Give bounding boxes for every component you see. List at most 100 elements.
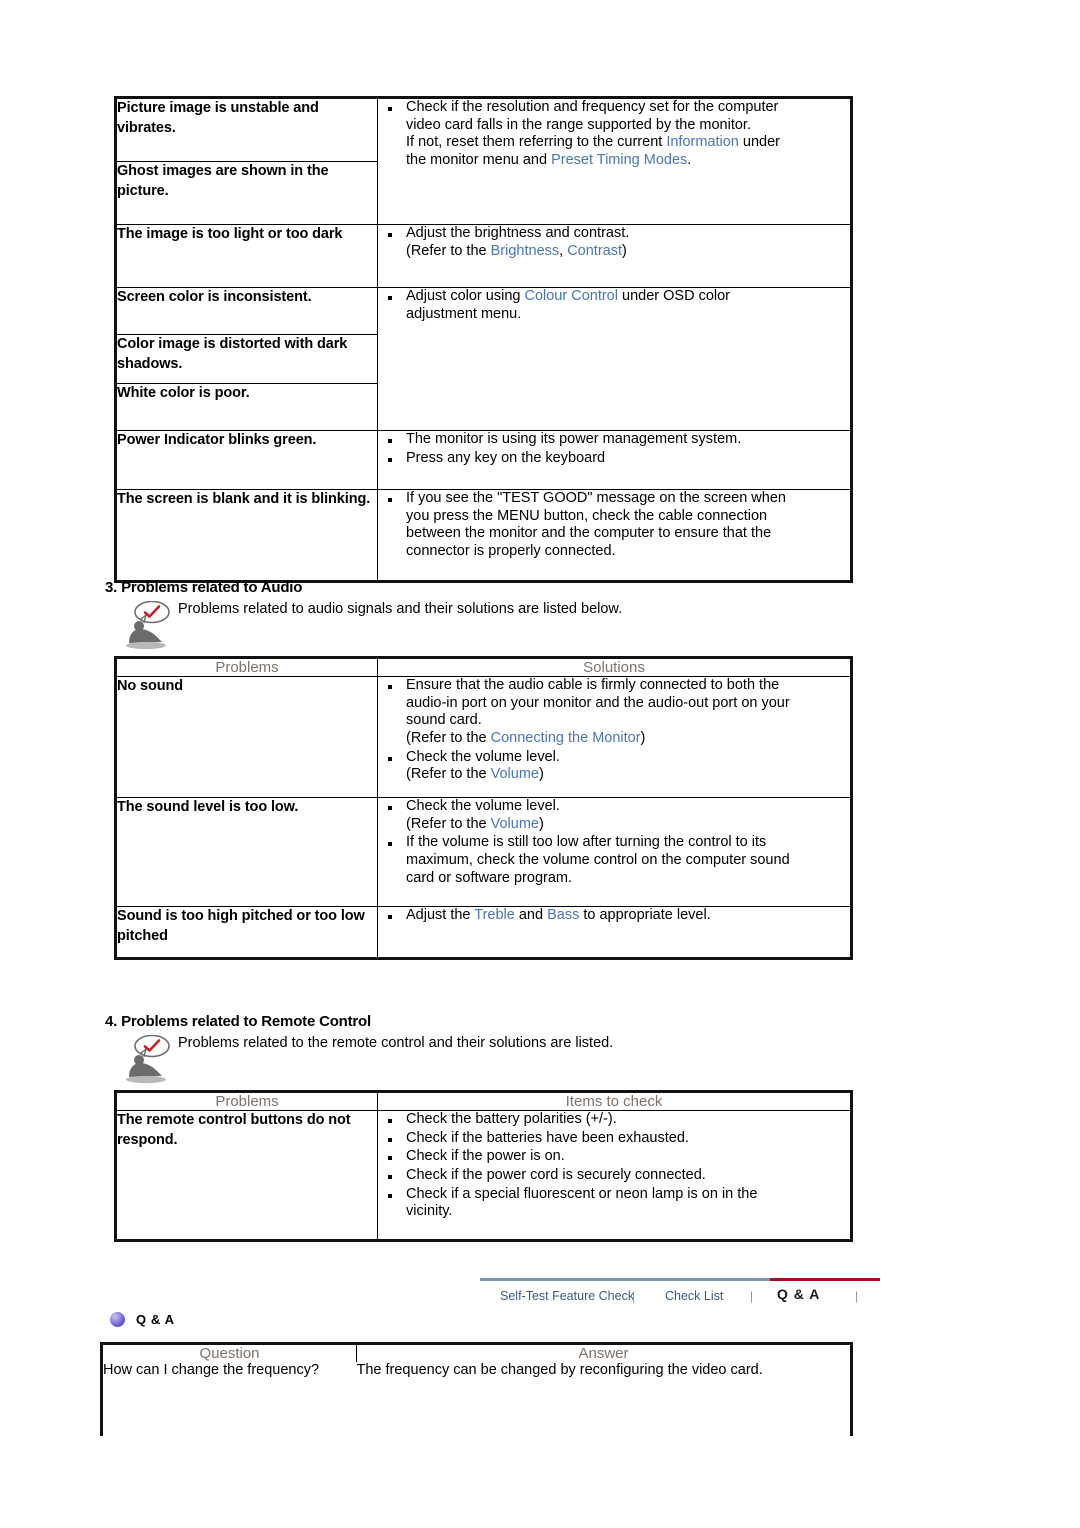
solution-line: vicinity.: [406, 1203, 453, 1220]
display-problems-table: Picture image is unstable and vibrates. C…: [114, 96, 853, 583]
solution-cell: Check the volume level. (Refer to the Vol…: [377, 797, 853, 907]
nav-item-q-a[interactable]: Q & A: [777, 1286, 820, 1302]
solution-cell: Adjust the brightness and contrast. (Refe…: [377, 224, 853, 288]
inline-link[interactable]: Contrast: [567, 243, 622, 259]
solution-line: card or software program.: [406, 869, 573, 886]
person-with-checkmark-speech-bubble-icon: [122, 600, 178, 651]
inline-link[interactable]: Volume: [491, 766, 539, 782]
nav-item-self-test-feature-check[interactable]: Self-Test Feature Check: [500, 1289, 634, 1303]
problem-cell: The screen is blank and it is blinking.: [114, 489, 378, 583]
solution-bullet: Check the volume level. (Refer to the Vol…: [378, 749, 850, 784]
solution-line: Check the volume level.: [406, 748, 560, 765]
solution-bullet: Check the battery polarities (+/-).: [378, 1111, 850, 1129]
solution-bullet: The monitor is using its power managemen…: [378, 431, 850, 449]
solution-line: you press the MENU button, check the cab…: [406, 507, 768, 524]
nav-separator: |: [750, 1289, 754, 1303]
solution-bullet: If you see the "TEST GOOD" message on th…: [378, 490, 850, 561]
inline-link[interactable]: Information: [666, 134, 739, 150]
solution-line: Check if the power cord is securely conn…: [406, 1167, 706, 1184]
solution-bullet-list: Adjust the brightness and contrast. (Refe…: [378, 225, 850, 260]
qa-table: Question Answer How can I change the frequ…: [100, 1342, 853, 1436]
solution-line: (Refer to the Volume): [406, 815, 544, 832]
solution-line: Adjust the Treble and Bass to appropriat…: [406, 907, 711, 923]
solution-line: video card falls in the range supported …: [406, 116, 751, 133]
solution-bullet: Check the volume level. (Refer to the Vol…: [378, 798, 850, 833]
inline-link[interactable]: Treble: [474, 907, 515, 923]
qa-heading: Q & A: [136, 1312, 175, 1327]
column-header: Solutions: [377, 656, 853, 677]
qa-row: How can I change the frequency? The frequ…: [100, 1362, 853, 1436]
solution-bullet: Ensure that the audio cable is firmly co…: [378, 677, 850, 748]
solution-bullet: Adjust the brightness and contrast. (Refe…: [378, 225, 850, 260]
inline-link[interactable]: Bass: [547, 907, 579, 923]
solution-line: If the volume is still too low after tur…: [406, 834, 767, 851]
problem-cell: The image is too light or too dark: [114, 224, 378, 288]
table-row: The image is too light or too dark Adjust…: [114, 224, 853, 288]
solution-bullet-list: The monitor is using its power managemen…: [378, 431, 850, 467]
inline-link[interactable]: Colour Control: [524, 288, 618, 304]
solution-bullet: Check if the power cord is securely conn…: [378, 1167, 850, 1185]
purple-sphere-bullet-icon: [110, 1312, 125, 1327]
inline-link[interactable]: Brightness: [491, 243, 560, 259]
table-header-row: Problems Items to check: [114, 1090, 853, 1111]
solution-bullet-list: Adjust the Treble and Bass to appropriat…: [378, 907, 850, 925]
nav-separator: |: [855, 1289, 859, 1303]
solution-line: The monitor is using its power managemen…: [406, 431, 742, 447]
solution-line: Check if the resolution and frequency se…: [406, 99, 779, 115]
solution-line: Ensure that the audio cable is firmly co…: [406, 677, 780, 693]
solution-line: maximum, check the volume control on the…: [406, 852, 790, 869]
table-row: Power Indicator blinks green. The monitor…: [114, 430, 853, 490]
solution-line: (Refer to the Connecting the Monitor): [406, 730, 646, 747]
problem-cell: Color image is distorted with dark shado…: [114, 334, 378, 384]
table-row: Picture image is unstable and vibrates. C…: [114, 96, 853, 225]
qa-column-header: Answer: [356, 1342, 853, 1362]
solution-cell: Check the battery polarities (+/-). Check…: [377, 1110, 853, 1242]
problem-cell: The remote control buttons do not respon…: [114, 1110, 378, 1242]
remote-section-heading: 4. Problems related to Remote Control: [105, 1013, 371, 1030]
problem-cell: Screen color is inconsistent.: [114, 287, 378, 335]
solution-cell: If you see the "TEST GOOD" message on th…: [377, 489, 853, 583]
remote-problems-table: Problems Items to check The remote control…: [114, 1090, 853, 1242]
qa-column-header: Question: [100, 1342, 357, 1362]
solution-line: Adjust the brightness and contrast.: [406, 225, 630, 241]
nav-separator: |: [632, 1289, 636, 1303]
solution-line: the monitor menu and Preset Timing Modes…: [406, 152, 692, 169]
solution-cell: The monitor is using its power managemen…: [377, 430, 853, 490]
solution-bullet: Check if the resolution and frequency se…: [378, 99, 850, 170]
solution-bullet-list: Check if the resolution and frequency se…: [378, 99, 850, 170]
inline-link[interactable]: Volume: [491, 816, 539, 832]
inline-link[interactable]: Connecting the Monitor: [491, 730, 641, 746]
solution-line: (Refer to the Brightness, Contrast): [406, 242, 627, 259]
table-row: The screen is blank and it is blinking. I…: [114, 489, 853, 583]
qa-question-cell: How can I change the frequency?: [100, 1362, 357, 1436]
problem-cell: Power Indicator blinks green.: [114, 430, 378, 490]
audio-section-heading: 3. Problems related to Audio: [105, 579, 303, 596]
table-row: Screen color is inconsistent. Adjust colo…: [114, 287, 853, 431]
solution-bullet-list: Check the battery polarities (+/-). Check…: [378, 1111, 850, 1221]
audio-section-note: Problems related to audio signals and th…: [178, 601, 623, 617]
table-row: Sound is too high pitched or too low pit…: [114, 906, 853, 960]
solution-line: Check the battery polarities (+/-).: [406, 1111, 617, 1127]
solution-bullet-list: Check the volume level. (Refer to the Vol…: [378, 798, 850, 887]
solution-line: Check if the power is on.: [406, 1148, 565, 1165]
solution-line: adjustment menu.: [406, 305, 522, 322]
solution-cell: Adjust color using Colour Control under …: [377, 287, 853, 431]
person-with-checkmark-speech-bubble-icon: [122, 1034, 178, 1085]
solution-line: If not, reset them referring to the curr…: [406, 134, 780, 151]
solution-cell: Adjust the Treble and Bass to appropriat…: [377, 906, 853, 960]
nav-item-check-list[interactable]: Check List: [665, 1289, 723, 1303]
solution-line: audio-in port on your monitor and the au…: [406, 694, 790, 711]
inline-link[interactable]: Preset Timing Modes: [551, 152, 687, 168]
problem-cell: No sound: [114, 676, 378, 798]
problem-cell: The sound level is too low.: [114, 797, 378, 907]
solution-line: Check if the batteries have been exhaust…: [406, 1129, 689, 1146]
document-page: Picture image is unstable and vibrates. C…: [0, 0, 1080, 1528]
table-row: The remote control buttons do not respon…: [114, 1110, 853, 1242]
audio-problems-table: Problems Solutions No sound Ensure that the…: [114, 656, 853, 960]
solution-line: Check if a special fluorescent or neon l…: [406, 1185, 758, 1202]
solution-line: Adjust color using Colour Control under …: [406, 288, 731, 304]
nav-rule-inactive: [480, 1278, 770, 1281]
solution-line: (Refer to the Volume): [406, 766, 544, 783]
solution-bullet-list: Adjust color using Colour Control under …: [378, 288, 850, 323]
qa-answer-cell: The frequency can be changed by reconfig…: [356, 1362, 853, 1436]
